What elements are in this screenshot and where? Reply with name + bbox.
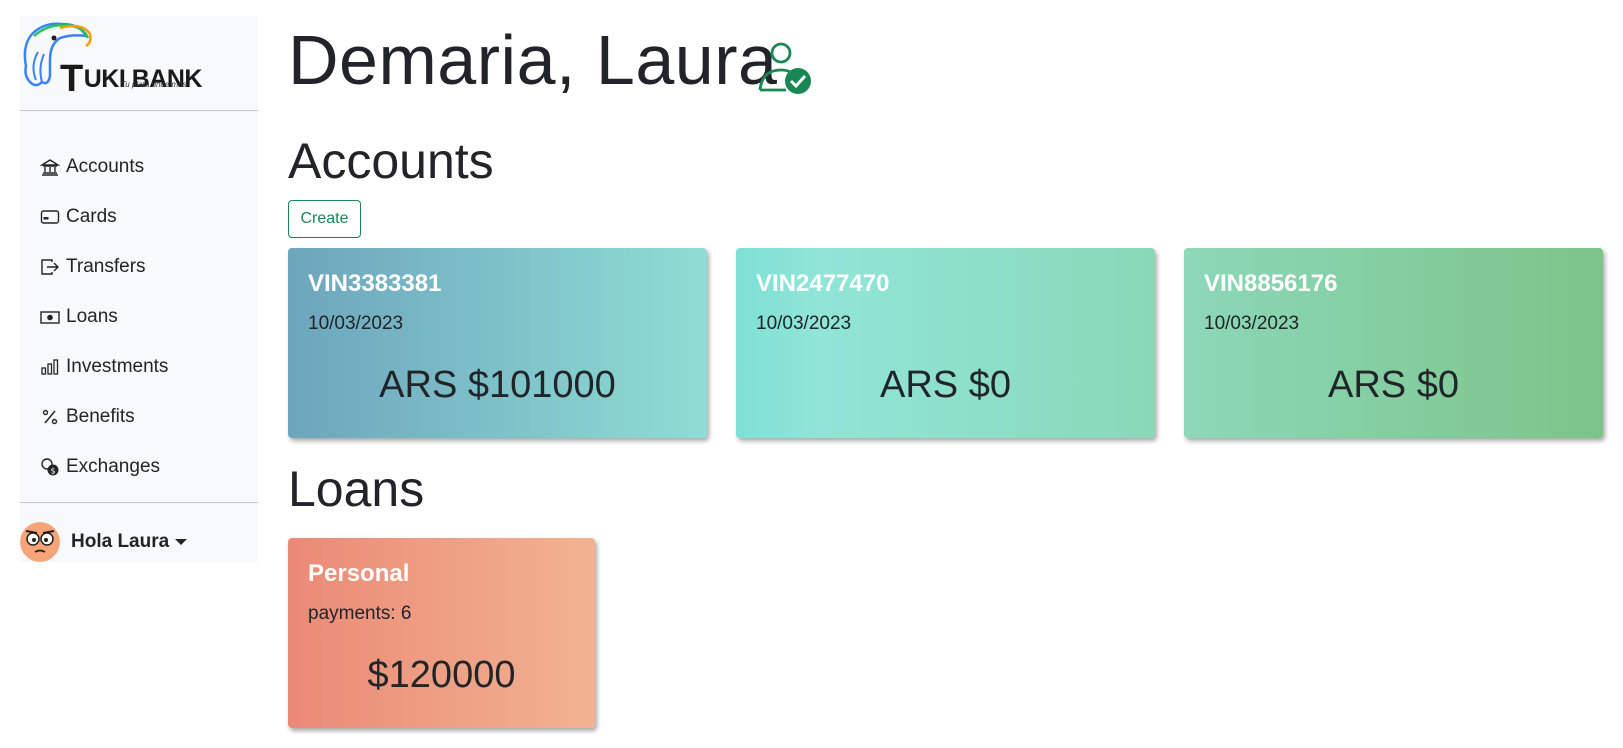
sidebar-item-benefits[interactable]: Benefits: [20, 392, 258, 442]
user-menu-toggle[interactable]: Hola Laura: [20, 522, 188, 562]
account-balance: ARS $0: [1328, 364, 1459, 406]
bank-icon: [40, 157, 60, 177]
account-balance: ARS $0: [880, 364, 1011, 406]
loan-name: Personal: [308, 560, 410, 587]
sidebar: TUKI BANK Tu plata rinde más Accounts Ca…: [20, 16, 258, 562]
account-date: 10/03/2023: [1204, 313, 1300, 334]
sidebar-item-loans[interactable]: Loans: [20, 292, 258, 342]
divider: [20, 502, 258, 503]
account-number: VIN8856176: [1204, 270, 1338, 297]
account-date: 10/03/2023: [308, 313, 404, 334]
sidebar-item-exchanges[interactable]: $ Exchanges: [20, 442, 258, 492]
account-number: VIN3383381: [308, 270, 442, 297]
chevron-down-icon: [175, 539, 188, 545]
logo-tagline: Tu plata rinde más: [121, 80, 187, 89]
credit-card-icon: [40, 207, 60, 227]
loan-payments: payments: 6: [308, 603, 412, 624]
account-card[interactable]: VIN3383381 10/03/2023 ARS $101000: [288, 248, 707, 438]
sidebar-item-investments[interactable]: Investments: [20, 342, 258, 392]
person-check-icon: [756, 40, 814, 100]
page-title: Demaria, Laura: [288, 21, 778, 99]
account-number: VIN2477470: [756, 270, 890, 297]
sidebar-item-label: Investments: [66, 356, 169, 377]
account-balance: ARS $101000: [379, 364, 616, 406]
user-greeting: Hola Laura: [71, 531, 170, 552]
divider: [20, 110, 258, 111]
logo-wordmark: TUKI BANK: [60, 58, 202, 100]
account-card[interactable]: VIN8856176 10/03/2023 ARS $0: [1184, 248, 1603, 438]
svg-text:$: $: [50, 467, 55, 476]
sidebar-item-label: Cards: [66, 206, 117, 227]
tuki-bank-logo[interactable]: TUKI BANK Tu plata rinde más: [20, 16, 258, 110]
sidebar-item-label: Loans: [66, 306, 118, 327]
coin-exchange-icon: $: [40, 457, 60, 477]
avatar: [20, 522, 60, 562]
bar-chart-icon: [40, 357, 60, 377]
accounts-heading: Accounts: [288, 133, 494, 189]
sidebar-item-label: Exchanges: [66, 456, 161, 477]
sidebar-item-cards[interactable]: Cards: [20, 192, 258, 242]
percent-icon: [40, 407, 60, 427]
sidebar-nav: Accounts Cards Transfers Loans Investmen…: [20, 142, 258, 492]
cash-icon: [40, 307, 60, 327]
sidebar-item-label: Accounts: [66, 156, 145, 177]
sidebar-item-accounts[interactable]: Accounts: [20, 142, 258, 192]
sidebar-item-transfers[interactable]: Transfers: [20, 242, 258, 292]
account-date: 10/03/2023: [756, 313, 852, 334]
sidebar-item-label: Transfers: [66, 256, 146, 277]
create-account-button[interactable]: Create: [288, 200, 361, 238]
loan-card[interactable]: Personal payments: 6 $120000: [288, 538, 595, 728]
sidebar-item-label: Benefits: [66, 406, 135, 427]
account-card[interactable]: VIN2477470 10/03/2023 ARS $0: [736, 248, 1155, 438]
box-arrow-right-icon: [40, 257, 60, 277]
loans-heading: Loans: [288, 461, 425, 517]
loan-amount: $120000: [367, 654, 516, 696]
